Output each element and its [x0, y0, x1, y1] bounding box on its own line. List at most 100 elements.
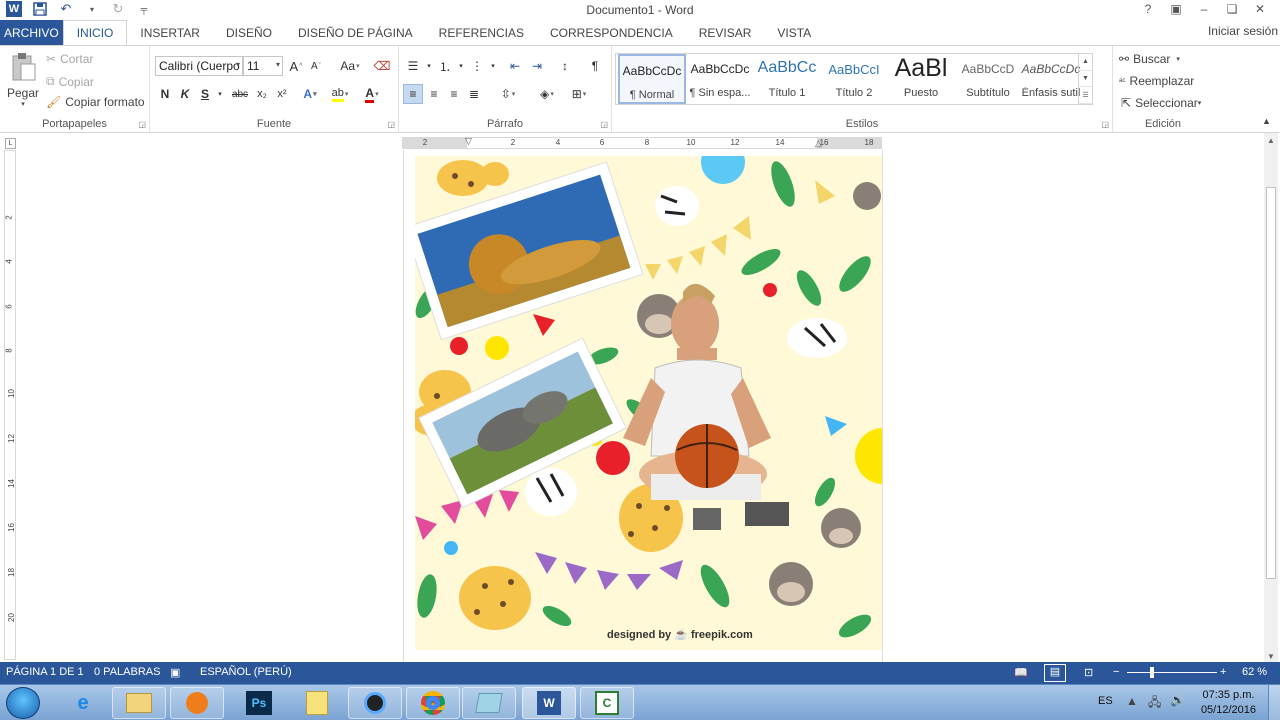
tab-selector-icon[interactable]: L	[5, 138, 16, 149]
font-size-select[interactable]: 11 ▾	[243, 56, 283, 76]
camera-icon[interactable]	[348, 687, 402, 719]
gallery-down-icon[interactable]: ▼	[1079, 71, 1092, 88]
show-desktop-button[interactable]	[1268, 685, 1280, 720]
scroll-up-icon[interactable]: ▲	[1264, 133, 1278, 147]
tab-insertar[interactable]: INSERTAR	[127, 20, 213, 45]
redo-icon[interactable]: ↻	[110, 1, 126, 17]
zoom-slider-thumb[interactable]	[1150, 667, 1154, 678]
zoom-slider-track[interactable]	[1127, 672, 1217, 673]
justify-icon[interactable]: ≣	[464, 84, 484, 104]
font-launcher-icon[interactable]: ◲	[387, 120, 395, 129]
multilevel-dropdown-icon[interactable]: ▾	[483, 56, 503, 76]
media-player-icon[interactable]	[170, 687, 224, 719]
styles-launcher-icon[interactable]: ◲	[1101, 120, 1109, 129]
vertical-scrollbar[interactable]: ▲ ▼	[1264, 133, 1278, 663]
print-layout-icon[interactable]: ▤	[1044, 664, 1066, 682]
minimize-button[interactable]: –	[1190, 0, 1218, 18]
style-normal[interactable]: AaBbCcDc ¶ Normal	[618, 54, 686, 104]
photoshop-icon[interactable]: Ps	[232, 687, 286, 719]
tab-archivo[interactable]: ARCHIVO	[0, 20, 63, 45]
format-painter-button[interactable]: 🖌 Copiar formato	[46, 95, 145, 109]
font-color-icon[interactable]: A ▾	[362, 84, 382, 104]
zoom-out-button[interactable]: −	[1113, 666, 1119, 678]
tab-revisar[interactable]: REVISAR	[686, 20, 765, 45]
strikethrough-button[interactable]: abc	[228, 84, 252, 104]
language-indicator[interactable]: ESPAÑOL (PERÚ)	[200, 666, 292, 678]
change-case-button[interactable]: Aa ▾	[336, 56, 364, 76]
help-button[interactable]: ?	[1134, 0, 1162, 18]
save-icon[interactable]	[32, 1, 48, 17]
input-language[interactable]: ES	[1098, 695, 1113, 707]
shrink-font-button[interactable]: Aˇ	[306, 56, 326, 76]
paragraph-launcher-icon[interactable]: ◲	[600, 120, 608, 129]
word-icon[interactable]: W	[522, 687, 576, 719]
close-button[interactable]: ✕	[1246, 0, 1274, 18]
tab-diseno[interactable]: DISEÑO	[213, 20, 285, 45]
gallery-up-icon[interactable]: ▲	[1079, 54, 1092, 71]
copy-button[interactable]: ⧉ Copiar	[46, 74, 94, 89]
align-center-icon[interactable]: ≡	[424, 84, 444, 104]
show-marks-button[interactable]: ¶	[585, 56, 605, 76]
web-layout-icon[interactable]: ⊡	[1084, 666, 1093, 679]
tray-arrow-icon[interactable]: ▲	[1126, 694, 1138, 708]
sort-icon[interactable]: ↕	[555, 56, 575, 76]
horizontal-ruler[interactable]: 2 2 4 6 8 10 12 14 16 18 ▽ △	[402, 136, 882, 149]
italic-button[interactable]: K	[175, 84, 195, 104]
collapse-ribbon-icon[interactable]: ▲	[1262, 116, 1271, 126]
tab-vista[interactable]: VISTA	[764, 20, 824, 45]
restore-button[interactable]: ❏	[1218, 0, 1246, 18]
increase-indent-icon[interactable]: ⇥	[527, 56, 547, 76]
subscript-button[interactable]: x₂	[252, 84, 272, 104]
first-line-indent-marker[interactable]: ▽	[465, 136, 472, 147]
clipboard-launcher-icon[interactable]: ◲	[138, 120, 146, 129]
cut-button[interactable]: ✂ Cortar	[46, 52, 93, 66]
scrollbar-thumb[interactable]	[1266, 187, 1276, 579]
start-button-icon[interactable]	[6, 687, 40, 719]
tab-referencias[interactable]: REFERENCIAS	[426, 20, 537, 45]
borders-icon[interactable]: ⊞ ▾	[565, 84, 593, 104]
document-page[interactable]: designed by ☕ freepik.com	[403, 150, 883, 662]
style-sin-espaciado[interactable]: AaBbCcDc ¶ Sin espa...	[686, 54, 754, 104]
app-icon[interactable]	[462, 687, 516, 719]
tab-inicio[interactable]: INICIO	[62, 20, 128, 45]
zoom-in-button[interactable]: +	[1220, 666, 1226, 678]
clear-formatting-icon[interactable]: ⌫	[372, 56, 392, 76]
decrease-indent-icon[interactable]: ⇤	[505, 56, 525, 76]
internet-explorer-icon[interactable]: e	[56, 687, 110, 719]
font-family-select[interactable]: Calibri (Cuerpo ▾	[155, 56, 243, 76]
poster-image[interactable]: designed by ☕ freepik.com	[415, 156, 882, 650]
undo-icon[interactable]: ↶	[58, 1, 74, 17]
bold-button[interactable]: N	[155, 84, 175, 104]
line-spacing-icon[interactable]: ⇳ ▾	[494, 84, 522, 104]
scroll-down-icon[interactable]: ▼	[1264, 649, 1278, 663]
word-count[interactable]: 0 PALABRAS	[94, 666, 160, 678]
gallery-more-icon[interactable]: ☰	[1079, 87, 1092, 105]
camtasia-icon[interactable]: C	[580, 687, 634, 719]
chrome-icon[interactable]	[406, 687, 460, 719]
style-titulo-2[interactable]: AaBbCcI Título 2	[820, 54, 888, 104]
taskbar-clock[interactable]: 07:35 p.m. 05/12/2016	[1201, 688, 1256, 718]
find-button[interactable]: ⚯ Buscar ▾	[1119, 52, 1180, 66]
tab-correspondencia[interactable]: CORRESPONDENCIA	[537, 20, 686, 45]
tab-diseno-de-pagina[interactable]: DISEÑO DE PÁGINA	[285, 20, 426, 45]
underline-dropdown-icon[interactable]: ▾	[210, 84, 230, 104]
file-explorer-icon[interactable]	[112, 687, 166, 719]
page-count[interactable]: PÁGINA 1 DE 1	[6, 666, 84, 678]
undo-dropdown-icon[interactable]: ▾	[84, 1, 100, 17]
highlight-color-icon[interactable]: ab ▾	[330, 84, 350, 104]
paste-button[interactable]: Pegar ▾	[6, 52, 40, 108]
read-mode-icon[interactable]: 📖	[1014, 666, 1028, 679]
shading-icon[interactable]: ◈ ▾	[533, 84, 561, 104]
right-indent-marker[interactable]: △	[815, 138, 822, 149]
sign-in-link[interactable]: Iniciar sesión	[1208, 24, 1278, 38]
customize-icon[interactable]: ╤	[136, 1, 152, 17]
superscript-button[interactable]: x²	[272, 84, 292, 104]
replace-button[interactable]: ᵃᶜ Reemplazar	[1119, 74, 1194, 88]
text-effects-icon[interactable]: A ▾	[300, 84, 320, 104]
style-subtitulo[interactable]: AaBbCcD Subtítulo	[954, 54, 1022, 104]
style-enfasis-sutil[interactable]: AaBbCcDc Énfasis sutil	[1021, 54, 1081, 104]
style-puesto[interactable]: AaBl Puesto	[887, 54, 955, 104]
align-left-icon[interactable]: ≡	[403, 84, 423, 104]
network-icon[interactable]: 🖧	[1148, 693, 1161, 714]
vertical-ruler[interactable]: 2 4 6 8 10 12 14 16 18 20	[4, 150, 16, 660]
